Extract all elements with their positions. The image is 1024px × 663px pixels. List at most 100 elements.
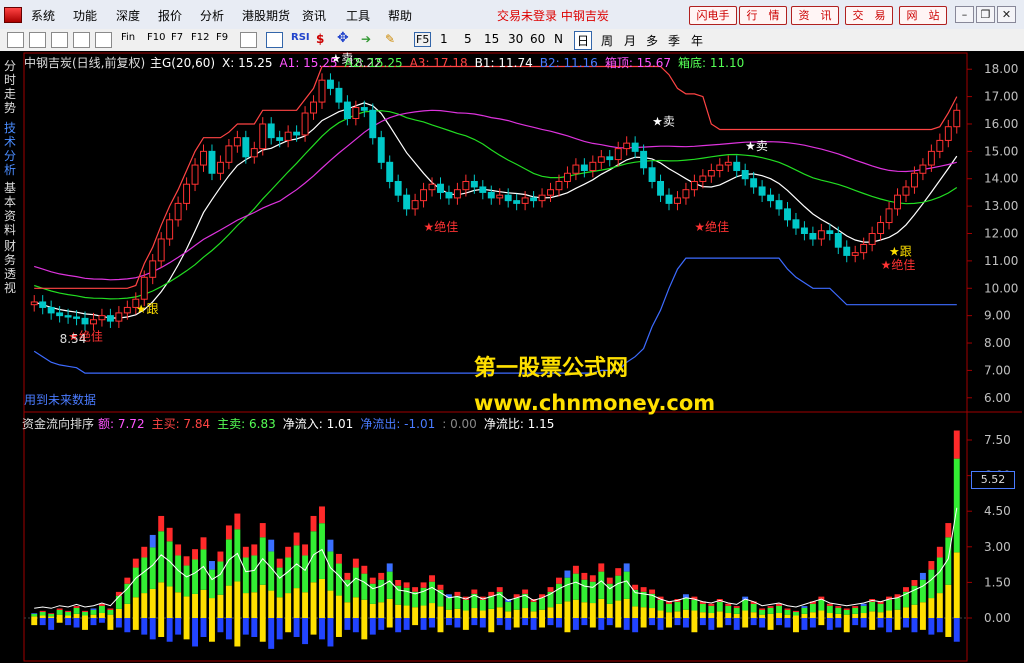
grid-icon[interactable] <box>29 32 46 48</box>
line-chart-icon[interactable] <box>51 32 68 48</box>
flow-bar-yellow <box>598 598 605 618</box>
flow-bar-yellow <box>869 611 876 618</box>
flow-bar-negative <box>776 618 782 626</box>
menu-depth[interactable]: 深度 <box>116 7 140 24</box>
period-month[interactable]: 月 <box>624 32 636 49</box>
f12-button[interactable]: F12 <box>191 32 209 43</box>
price-tick-label: 10.00 <box>984 281 1018 295</box>
menu-hk-futures[interactable]: 港股期货 <box>242 7 290 24</box>
flow-bar-yellow <box>90 614 97 618</box>
news-button[interactable]: 资 讯 <box>791 6 839 25</box>
period-quarter[interactable]: 季 <box>668 32 680 49</box>
flow-bar-green <box>251 555 258 593</box>
sub-indicator: 净流比: 1.15 <box>483 417 555 431</box>
menu-analysis[interactable]: 分析 <box>200 7 224 24</box>
flow-bar-negative <box>217 618 224 633</box>
menu-function[interactable]: 功能 <box>73 7 97 24</box>
period-year[interactable]: 年 <box>691 32 703 49</box>
restore-icon[interactable]: ❐ <box>976 6 995 23</box>
flow-bar-negative <box>674 618 681 626</box>
period-5min[interactable]: 5 <box>464 32 472 46</box>
candle-body <box>191 164 199 185</box>
flow-bar-top <box>395 580 402 586</box>
menu-quote[interactable]: 报价 <box>158 7 182 24</box>
flow-bar-top <box>826 603 833 606</box>
website-button[interactable]: 网 站 <box>899 6 947 25</box>
bar-chart-icon[interactable] <box>73 32 90 48</box>
flow-bar-green <box>708 605 715 614</box>
candle-body <box>479 186 487 193</box>
f7-button[interactable]: F7 <box>171 32 183 43</box>
candle-body <box>106 315 114 322</box>
menu-tools[interactable]: 工具 <box>346 7 370 24</box>
main-indicator: A2: 15.25 <box>344 56 403 70</box>
flow-bar-green <box>395 585 402 605</box>
period-60min[interactable]: 60 <box>530 32 545 46</box>
period-15min[interactable]: 15 <box>484 32 499 46</box>
flash-trade-button[interactable]: 闪电手 <box>689 6 737 25</box>
candlestick-icon[interactable] <box>95 32 112 48</box>
pencil-icon[interactable]: ✎ <box>385 32 395 46</box>
flow-bar-green <box>242 557 249 594</box>
flow-bar-top <box>556 577 562 584</box>
period-30min[interactable]: 30 <box>508 32 523 46</box>
menu-system[interactable]: 系统 <box>31 7 55 24</box>
flow-bar-green <box>826 605 833 614</box>
candle-body <box>792 219 800 229</box>
fin-button[interactable]: Fin <box>121 32 135 43</box>
flow-bar-green <box>149 547 156 589</box>
flow-bar-yellow <box>82 615 88 618</box>
candle-body <box>47 306 55 314</box>
flow-bar-yellow <box>581 602 588 618</box>
sidebar-item-financials[interactable]: 财务透视 <box>4 239 18 295</box>
period-f5[interactable]: F5 <box>414 32 432 47</box>
period-week[interactable]: 周 <box>601 32 613 49</box>
flow-bar-yellow <box>107 614 114 618</box>
flow-bar-green <box>666 603 672 613</box>
candle-body <box>242 137 250 158</box>
flow-bar-negative <box>869 618 876 630</box>
wave-icon[interactable] <box>266 32 283 48</box>
calculator-icon[interactable] <box>240 32 257 48</box>
flow-bar-green <box>107 609 114 615</box>
flow-bar-negative <box>666 618 672 628</box>
sidebar-item-fundamentals[interactable]: 基本资料 <box>4 181 18 237</box>
move-icon[interactable]: ✥ <box>337 30 349 46</box>
flow-bar-yellow <box>496 607 503 618</box>
candle-body <box>259 123 267 150</box>
f10-button[interactable]: F10 <box>147 32 165 43</box>
sidebar-item-technical[interactable]: 技术分析 <box>4 121 18 177</box>
candle-body <box>682 189 690 199</box>
flow-bar-negative <box>809 618 816 628</box>
flow-bar-top <box>412 587 419 592</box>
menu-help[interactable]: 帮助 <box>388 7 412 24</box>
flow-bar-yellow <box>319 578 325 618</box>
sidebar-item-intraday[interactable]: 分时走势 <box>4 59 18 115</box>
trade-button[interactable]: 交 易 <box>845 6 893 25</box>
flow-bar-yellow <box>429 603 435 618</box>
rsi-button[interactable]: RSI <box>291 32 310 43</box>
export-icon[interactable]: ➔ <box>361 32 371 46</box>
period-multi[interactable]: 多 <box>646 32 658 49</box>
period-n[interactable]: N <box>554 32 563 46</box>
period-1min[interactable]: 1 <box>440 32 448 46</box>
flow-bar-negative <box>31 618 38 626</box>
flow-bar-top <box>623 563 630 572</box>
close-icon[interactable]: ✕ <box>997 6 1016 23</box>
market-button[interactable]: 行 情 <box>739 6 787 25</box>
checkbox-icon[interactable] <box>7 32 24 48</box>
flow-bar-yellow <box>132 597 139 618</box>
dollar-button[interactable]: $ <box>316 32 324 46</box>
f9-button[interactable]: F9 <box>216 32 228 43</box>
flow-bar-green <box>82 611 88 616</box>
flow-bar-yellow <box>276 597 283 618</box>
menu-news[interactable]: 资讯 <box>302 7 326 24</box>
minimize-icon[interactable]: – <box>955 6 974 23</box>
period-day[interactable]: 日 <box>574 31 593 50</box>
price-tick-label: 6.00 <box>984 391 1011 405</box>
flow-bar-green <box>65 611 72 616</box>
candle-body <box>927 150 935 166</box>
flow-bar-yellow <box>335 595 342 618</box>
flow-bar-green <box>505 601 512 612</box>
flow-bar-negative <box>488 618 495 633</box>
